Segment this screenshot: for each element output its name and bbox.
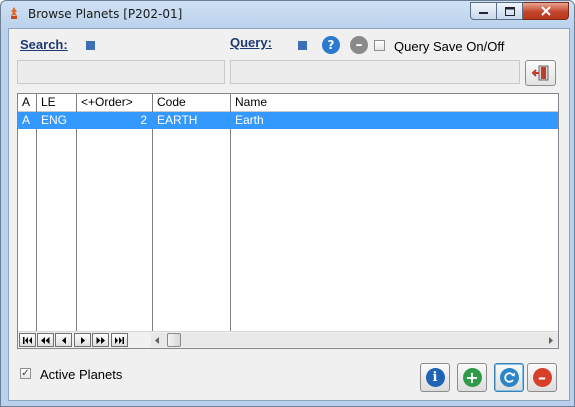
cell-le: ENG [41,113,68,127]
help-icon[interactable]: ? [322,36,340,54]
title-bar[interactable]: Browse Planets [P202-01] [1,1,574,27]
active-planets-checkbox[interactable]: ✓ [20,368,31,379]
add-icon: + [462,368,482,387]
cell-name: Earth [235,113,264,127]
query-field[interactable] [230,60,520,84]
refresh-button[interactable] [494,363,524,392]
back-icon [61,336,66,344]
next-row-button[interactable] [74,333,91,347]
search-label: Search: [20,37,68,52]
column-header-name[interactable]: Name [231,94,558,111]
close-icon [540,6,551,16]
app-icon [8,7,20,20]
query-label: Query: [230,35,272,50]
add-button[interactable]: + [457,363,487,392]
fast-back-icon [41,336,50,344]
remove-icon[interactable]: – [350,36,368,54]
forward-icon [80,336,85,344]
column-header-a[interactable]: A [18,94,37,111]
delete-icon: – [532,368,552,387]
navigation-bar [18,331,558,348]
scroll-left-icon [155,337,159,344]
window-title: Browse Planets [P202-01] [28,7,183,21]
exit-button[interactable] [525,60,556,86]
search-field[interactable] [17,60,225,84]
cell-order: 2 [140,113,147,127]
exit-icon [531,65,548,81]
search-indicator[interactable] [86,41,95,50]
previous-row-button[interactable] [55,333,72,347]
table-header: A LE <+Order> Code Name [18,94,558,112]
fast-forward-icon [96,336,105,344]
query-save-checkbox[interactable] [374,40,385,51]
first-page-button[interactable] [19,333,36,347]
first-page-icon [23,336,32,344]
refresh-icon [499,368,519,387]
column-header-order[interactable]: <+Order> [77,94,153,111]
query-indicator[interactable] [298,41,307,50]
table-row[interactable]: A ENG 2 EARTH Earth [18,112,558,129]
planets-table[interactable]: A LE <+Order> Code Name A ENG 2 EARTH Ea… [17,93,559,349]
maximize-button[interactable] [497,2,523,20]
previous-page-button[interactable] [37,333,54,347]
browse-planets-window: Browse Planets [P202-01] Search: Query: … [0,0,575,407]
minimize-button[interactable] [470,2,497,20]
column-header-code[interactable]: Code [153,94,231,111]
last-page-button[interactable] [111,333,128,347]
maximize-icon [504,6,515,16]
client-area: Search: Query: ? – Query Save On/Off A L… [8,28,570,401]
next-page-button[interactable] [92,333,109,347]
info-button[interactable]: i [420,363,450,392]
column-header-le[interactable]: LE [37,94,77,111]
horizontal-scrollbar[interactable] [151,333,558,347]
last-page-icon [115,336,124,344]
delete-button[interactable]: – [527,363,557,392]
active-planets-label: Active Planets [40,367,123,382]
scroll-right-icon [549,337,553,344]
info-icon: i [425,368,445,387]
close-button[interactable] [523,2,569,20]
cell-code: EARTH [157,113,198,127]
minimize-icon [479,12,488,14]
scrollbar-thumb[interactable] [167,333,181,347]
cell-a: A [22,113,31,127]
query-save-label: Query Save On/Off [394,39,505,54]
